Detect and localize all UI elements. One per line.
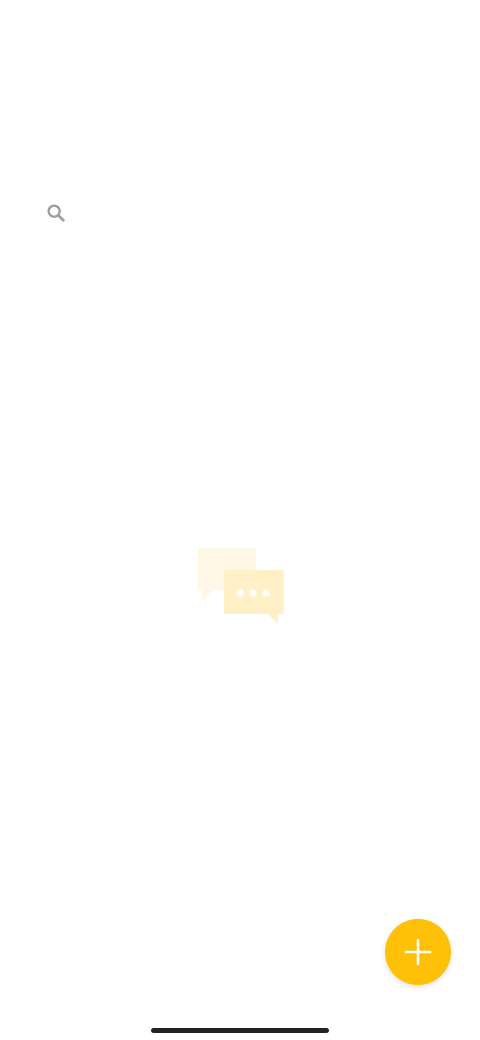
search-icon[interactable] (40, 197, 72, 229)
empty-state-illustration (192, 544, 288, 628)
search-input[interactable] (72, 196, 440, 230)
chat-bubbles-icon (198, 548, 284, 624)
search-bar[interactable] (40, 196, 440, 230)
home-indicator[interactable] (151, 1028, 329, 1033)
plus-icon (404, 938, 432, 966)
screen (0, 0, 480, 1040)
add-fab-button[interactable] (385, 919, 451, 985)
